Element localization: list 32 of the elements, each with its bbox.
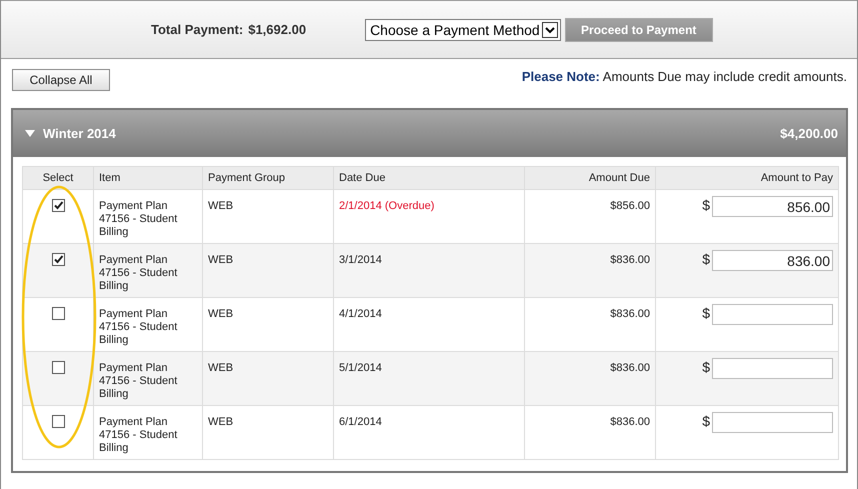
column-header: Date Due xyxy=(334,166,524,190)
total-label: Total Payment: xyxy=(151,22,244,37)
amount-due-cell: $836.00 xyxy=(524,406,656,460)
group-cell: WEB xyxy=(202,244,334,298)
column-header: Item xyxy=(94,166,202,190)
date-due-cell: 3/1/2014 xyxy=(334,244,524,298)
term-title: Winter 2014 xyxy=(43,126,116,141)
amount-due-cell: $836.00 xyxy=(524,352,656,406)
item-cell: Payment Plan 47156 - Student Billing xyxy=(94,352,202,406)
column-header: Amount to Pay xyxy=(656,166,838,190)
currency-sign: $ xyxy=(702,250,710,268)
column-header: Amount Due xyxy=(524,166,656,190)
term-total: $4,200.00 xyxy=(780,126,838,141)
collapse-all-button[interactable]: Collapse All xyxy=(12,69,110,91)
payment-method-select[interactable]: Choose a Payment Method xyxy=(365,18,561,40)
note-text: Please Note: Amounts Due may include credit amounts. xyxy=(522,69,847,84)
currency-sign: $ xyxy=(702,304,710,322)
item-cell: Payment Plan 47156 - Student Billing xyxy=(94,406,202,460)
currency-sign: $ xyxy=(702,358,710,376)
currency-sign: $ xyxy=(702,412,710,430)
column-header: Select xyxy=(22,166,94,190)
group-cell: WEB xyxy=(202,352,334,406)
column-header: Payment Group xyxy=(202,166,334,190)
item-cell: Payment Plan 47156 - Student Billing xyxy=(94,244,202,298)
amount-input[interactable]: 836.00 xyxy=(712,250,833,271)
amount-due-cell: $836.00 xyxy=(524,244,656,298)
date-due-cell: 5/1/2014 xyxy=(334,352,524,406)
currency-sign: $ xyxy=(702,196,710,214)
total-value: $1,692.00 xyxy=(248,22,306,37)
group-cell: WEB xyxy=(202,406,334,460)
amount-input[interactable]: 856.00 xyxy=(712,196,833,217)
date-due-cell: 6/1/2014 xyxy=(334,406,524,460)
